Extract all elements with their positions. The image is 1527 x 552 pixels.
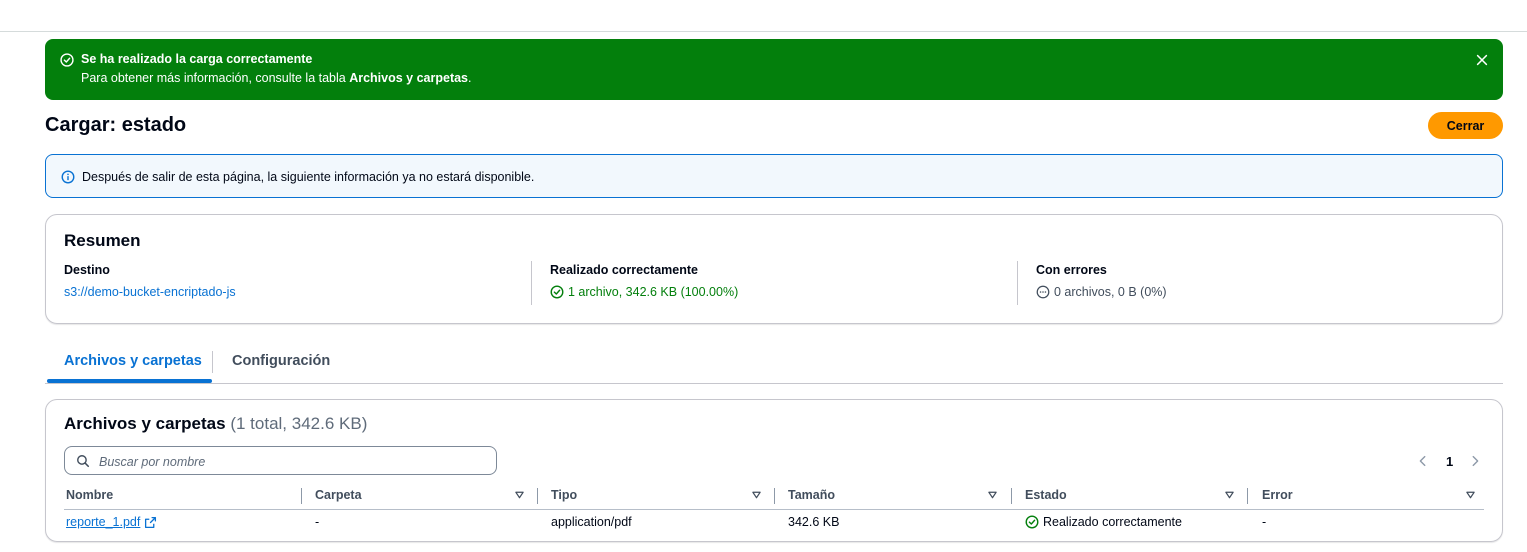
info-alert: Después de salir de esta página, la sigu… bbox=[45, 154, 1503, 198]
flash-message-bold: Archivos y carpetas bbox=[349, 71, 469, 85]
failed-value: 0 archivos, 0 B (0%) bbox=[1054, 285, 1167, 299]
status-text: Realizado correctamente bbox=[1043, 515, 1182, 529]
page-title: Cargar: estado bbox=[45, 114, 187, 136]
files-title: Archivos y carpetas (1 total, 342.6 KB) bbox=[64, 414, 367, 434]
page-number[interactable]: 1 bbox=[1446, 454, 1453, 469]
chevron-right-icon[interactable] bbox=[1468, 454, 1482, 468]
column-header-error[interactable]: Error bbox=[1262, 488, 1293, 502]
sort-caret-icon[interactable] bbox=[988, 491, 997, 499]
column-header-name[interactable]: Nombre bbox=[66, 488, 113, 502]
failed-column: Con errores 0 archivos, 0 B (0%) bbox=[1036, 263, 1167, 299]
info-text: Después de salir de esta página, la sigu… bbox=[82, 170, 535, 184]
column-divider bbox=[1017, 261, 1018, 305]
check-circle-icon bbox=[60, 53, 74, 67]
failed-label: Con errores bbox=[1036, 263, 1107, 277]
file-link[interactable]: reporte_1.pdf bbox=[66, 515, 140, 529]
table-row-folder: - bbox=[315, 515, 320, 529]
check-circle-icon bbox=[550, 285, 564, 299]
summary-card: Resumen Destino s3://demo-bucket-encript… bbox=[45, 214, 1503, 324]
destination-column: Destino s3://demo-bucket-encriptado-js bbox=[64, 263, 236, 299]
column-header-folder[interactable]: Carpeta bbox=[315, 488, 362, 502]
flash-message-prefix: Para obtener más información, consulte l… bbox=[81, 71, 350, 85]
sort-caret-icon[interactable] bbox=[1225, 491, 1234, 499]
top-divider bbox=[0, 31, 1527, 32]
column-resizer[interactable] bbox=[774, 488, 775, 504]
column-header-status[interactable]: Estado bbox=[1025, 488, 1067, 502]
table-row-status: Realizado correctamente bbox=[1025, 515, 1182, 529]
destination-link[interactable]: s3://demo-bucket-encriptado-js bbox=[64, 285, 236, 299]
column-header-size[interactable]: Tamaño bbox=[788, 488, 835, 502]
table-row-type: application/pdf bbox=[551, 515, 632, 529]
flash-message: Para obtener más información, consulte l… bbox=[81, 71, 472, 85]
close-icon[interactable] bbox=[1475, 53, 1489, 67]
succeeded-column: Realizado correctamente 1 archivo, 342.6… bbox=[550, 263, 738, 299]
check-circle-icon bbox=[1025, 515, 1039, 529]
search-icon bbox=[77, 455, 90, 468]
sort-caret-icon[interactable] bbox=[1466, 491, 1475, 499]
column-resizer[interactable] bbox=[1247, 488, 1248, 504]
table-row-error: - bbox=[1262, 515, 1267, 529]
column-resizer[interactable] bbox=[1011, 488, 1012, 504]
column-divider bbox=[531, 261, 532, 305]
column-resizer[interactable] bbox=[537, 488, 538, 504]
column-resizer[interactable] bbox=[301, 488, 302, 504]
files-count: (1 total, 342.6 KB) bbox=[230, 414, 368, 433]
minus-circle-icon bbox=[1036, 285, 1050, 299]
table-row-name: reporte_1.pdf bbox=[66, 515, 157, 529]
tabs: Archivos y carpetas Configuración bbox=[45, 342, 1503, 384]
info-icon bbox=[61, 170, 75, 184]
tab-divider bbox=[212, 351, 213, 373]
table-header-divider bbox=[64, 509, 1484, 510]
search-input[interactable] bbox=[97, 449, 491, 474]
summary-title: Resumen bbox=[64, 231, 141, 250]
pagination: 1 bbox=[1416, 452, 1479, 472]
files-card: Archivos y carpetas (1 total, 342.6 KB) … bbox=[45, 399, 1503, 542]
sort-caret-icon[interactable] bbox=[515, 491, 524, 499]
succeeded-value: 1 archivo, 342.6 KB (100.00%) bbox=[568, 285, 739, 299]
tab-files-and-folders[interactable]: Archivos y carpetas bbox=[64, 353, 202, 369]
success-flash-banner: Se ha realizado la carga correctamente P… bbox=[45, 39, 1503, 100]
active-tab-indicator bbox=[47, 379, 212, 383]
destination-label: Destino bbox=[64, 263, 110, 277]
close-button[interactable]: Cerrar bbox=[1428, 112, 1503, 139]
column-header-type[interactable]: Tipo bbox=[551, 488, 577, 502]
succeeded-label: Realizado correctamente bbox=[550, 263, 698, 277]
tab-configuration[interactable]: Configuración bbox=[232, 353, 330, 369]
table-row-size: 342.6 KB bbox=[788, 515, 840, 529]
flash-message-suffix: . bbox=[468, 71, 472, 85]
chevron-left-icon[interactable] bbox=[1416, 454, 1430, 468]
files-title-text: Archivos y carpetas bbox=[64, 414, 226, 433]
flash-title: Se ha realizado la carga correctamente bbox=[81, 52, 313, 66]
external-link-icon[interactable] bbox=[144, 516, 157, 529]
sort-caret-icon[interactable] bbox=[752, 491, 761, 499]
search-field[interactable] bbox=[64, 446, 497, 475]
